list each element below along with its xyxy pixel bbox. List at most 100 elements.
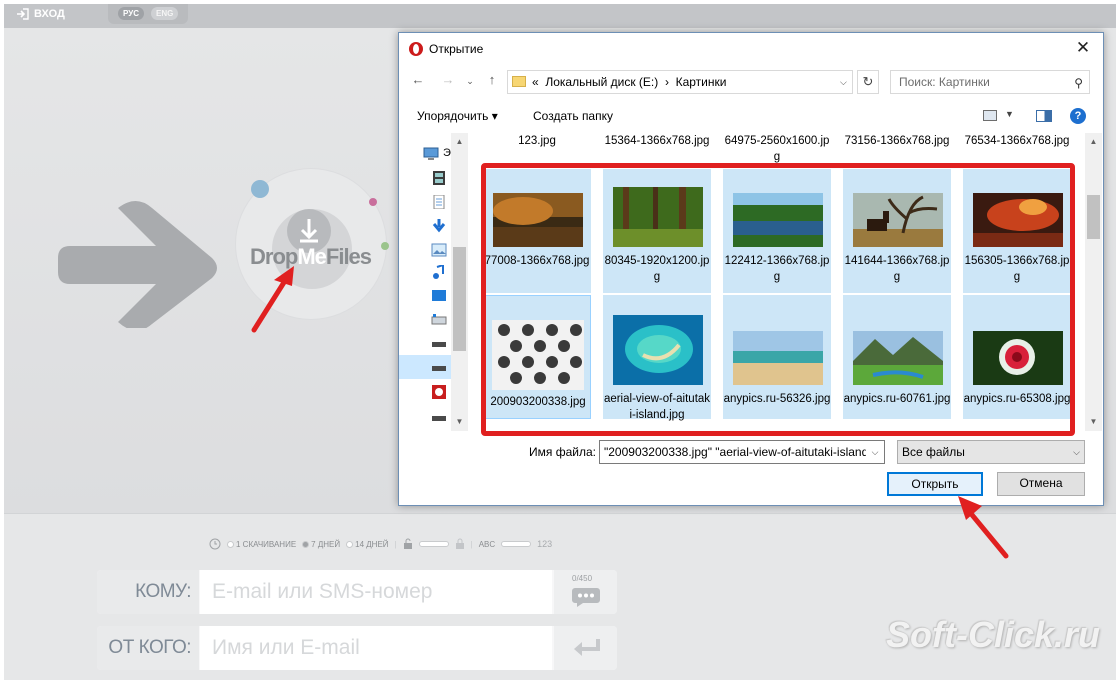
preview-pane-icon[interactable]: [1036, 110, 1052, 122]
send-button[interactable]: [554, 626, 617, 670]
view-options-icon[interactable]: [983, 110, 997, 121]
computer-icon[interactable]: [423, 147, 439, 161]
file-tile[interactable]: 156305-1366x768.jpg: [963, 169, 1071, 293]
file-tile[interactable]: 122412-1366x768.jpg: [723, 169, 831, 293]
option-1-download[interactable]: 1 СКАЧИВАНИЕ: [227, 540, 296, 549]
video-icon[interactable]: [431, 171, 447, 185]
radio-icon: [227, 540, 234, 548]
file-name: 141644-1366x768.jpg: [844, 255, 950, 283]
file-tile[interactable]: 141644-1366x768.jpg: [843, 169, 951, 293]
back-arrow-icon[interactable]: ←: [409, 72, 427, 87]
new-folder-button[interactable]: Создать папку: [533, 109, 613, 123]
nav-scroll-thumb[interactable]: [453, 247, 466, 351]
char-counter: 0/450: [572, 574, 593, 583]
file-name: aerial-view-of-aitutaki-island.jpg: [603, 393, 711, 421]
disc-icon[interactable]: [431, 385, 447, 399]
options-bar: 1 СКАЧИВАНИЕ 7 ДНЕЙ 14 ДНЕЙ | | ABC 123: [209, 538, 552, 550]
from-input[interactable]: Имя или E-mail: [200, 626, 552, 670]
scroll-down-icon[interactable]: ▼: [1085, 417, 1102, 426]
radio-selected-icon: [302, 540, 310, 548]
count-label: 123: [537, 539, 553, 549]
file-tile[interactable]: anypics.ru-65308.jpg: [963, 295, 1071, 419]
scroll-down-icon[interactable]: ▼: [451, 417, 468, 426]
network-drive-icon[interactable]: [431, 411, 447, 425]
file-tile[interactable]: anypics.ru-56326.jpg: [723, 295, 831, 419]
scroll-up-icon[interactable]: ▲: [451, 137, 468, 146]
file-name-top-4[interactable]: 73156-1366x768.jpg: [843, 133, 951, 149]
login-link[interactable]: ВХОД: [16, 8, 65, 20]
enter-icon: [574, 639, 600, 656]
beach-thumbnail: [733, 331, 823, 385]
recent-chevron-icon[interactable]: ⌄: [461, 76, 479, 87]
spheres-pattern-thumbnail: [492, 320, 584, 390]
file-name: anypics.ru-56326.jpg: [723, 393, 831, 405]
folder-icon: [512, 76, 526, 87]
lang-en-button[interactable]: ENG: [151, 7, 179, 20]
address-drive[interactable]: Локальный диск (E:): [545, 75, 658, 89]
to-field-row: КОМУ: E-mail или SMS-номер 0/450: [97, 570, 617, 614]
pictures-icon[interactable]: [431, 243, 447, 257]
filename-value: "200903200338.jpg" "aerial-view-of-aitut…: [604, 445, 869, 459]
address-folder[interactable]: Картинки: [676, 75, 727, 89]
red-rose-thumbnail: [973, 331, 1063, 385]
filename-input[interactable]: "200903200338.jpg" "aerial-view-of-aitut…: [599, 440, 885, 464]
navigation-pane: Э ▲ ▼: [399, 133, 469, 431]
option-14-days[interactable]: 14 ДНЕЙ: [346, 540, 389, 549]
filename-label: Имя файла:: [529, 445, 596, 459]
refresh-icon[interactable]: ↻: [857, 70, 879, 94]
lang-ru-button[interactable]: РУС: [118, 7, 144, 20]
address-bar[interactable]: « Локальный диск (E:) › Картинки ⌵: [507, 70, 853, 94]
file-name-top-2[interactable]: 15364-1366x768.jpg: [603, 133, 711, 149]
file-name-top-3[interactable]: 64975-2560x1600.jpg: [723, 133, 831, 165]
downloads-icon[interactable]: [431, 219, 447, 233]
clock-icon: [209, 538, 221, 550]
organize-button[interactable]: Упорядочить ▾: [417, 109, 498, 123]
forward-arrow-icon[interactable]: →: [439, 72, 457, 87]
file-name: 122412-1366x768.jpg: [724, 255, 830, 283]
file-name: 156305-1366x768.jpg: [964, 255, 1070, 283]
drive-c-icon[interactable]: [431, 313, 447, 327]
to-input[interactable]: E-mail или SMS-номер: [200, 570, 552, 614]
decor-dot-green: [381, 242, 389, 250]
file-tile[interactable]: 77008-1366x768.jpg: [483, 169, 591, 293]
search-input[interactable]: Поиск: Картинки ⚲: [890, 70, 1090, 94]
chevron-down-icon[interactable]: ⌵: [840, 71, 847, 93]
file-scroll-thumb[interactable]: [1087, 195, 1100, 239]
login-label: ВХОД: [34, 8, 65, 20]
file-tile[interactable]: 80345-1920x1200.jpg: [603, 169, 711, 293]
chevron-down-icon[interactable]: ⌵: [866, 441, 884, 463]
music-icon[interactable]: [431, 265, 447, 279]
view-chevron-icon[interactable]: ▼: [1005, 109, 1014, 119]
from-label: ОТ КОГО:: [97, 626, 199, 670]
decor-dot-pink: [369, 198, 377, 206]
up-arrow-icon[interactable]: ↑: [483, 72, 501, 87]
help-icon[interactable]: ?: [1070, 108, 1086, 124]
document-icon[interactable]: [431, 195, 447, 209]
drive-d-icon[interactable]: [431, 337, 447, 351]
big-arrow-icon: [58, 201, 217, 328]
close-button[interactable]: ✕: [1071, 37, 1095, 59]
horse-tree-thumbnail: [853, 193, 943, 247]
abc-toggle[interactable]: [501, 541, 532, 547]
nav-this-pc-label[interactable]: Э: [443, 147, 451, 159]
file-tile[interactable]: anypics.ru-60761.jpg: [843, 295, 951, 419]
opera-icon: [409, 42, 423, 56]
open-file-dialog: Открытие ✕ ← → ⌄ ↑ « Локальный диск (E:)…: [398, 32, 1104, 506]
option-7-days[interactable]: 7 ДНЕЙ: [302, 540, 340, 549]
autumn-forest-thumbnail: [493, 193, 583, 247]
file-name-top-1[interactable]: 123.jpg: [483, 133, 591, 149]
desktop-icon[interactable]: [431, 289, 447, 303]
password-toggle[interactable]: [418, 541, 449, 547]
file-list-scrollbar[interactable]: ▲ ▼: [1085, 133, 1102, 431]
filetype-select[interactable]: Все файлы ⌵: [897, 440, 1085, 464]
logo-files: Files: [325, 244, 372, 269]
lock-icon: [455, 538, 464, 549]
file-tile[interactable]: aerial-view-of-aitutaki-island.jpg: [603, 295, 711, 421]
file-name: 77008-1366x768.jpg: [484, 255, 590, 267]
nav-scrollbar[interactable]: ▲ ▼: [451, 133, 468, 431]
address-path: « Локальный диск (E:) › Картинки: [532, 71, 726, 93]
scroll-up-icon[interactable]: ▲: [1085, 137, 1102, 146]
drive-e-icon[interactable]: [431, 361, 447, 375]
file-name-top-5[interactable]: 76534-1366x768.jpg: [963, 133, 1071, 149]
file-tile[interactable]: 200903200338.jpg: [483, 295, 591, 419]
